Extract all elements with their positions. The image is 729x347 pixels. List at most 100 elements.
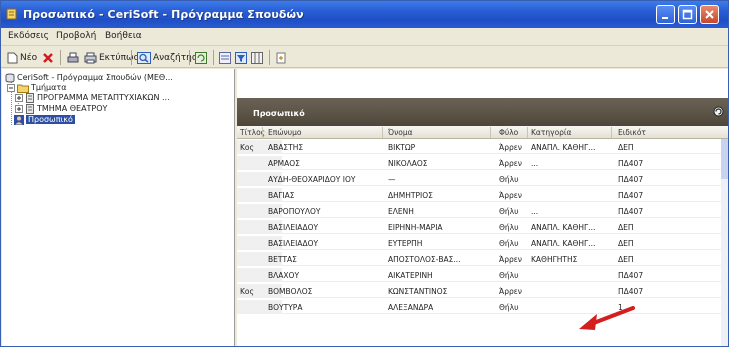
- table-cell: ΒΟΜΒΟΛΟΣ: [268, 287, 313, 296]
- navigation-tree: CeriSoft - Πρόγραμμα Σπουδών (ΜΕΘ... Τμή…: [2, 69, 235, 346]
- column-surname[interactable]: Επώνυμο: [268, 128, 301, 137]
- filter-button[interactable]: [235, 50, 249, 65]
- table-cell: ΑΥΔΗ-ΘΕΟΧΑΡΙΔΟΥ ΙΟΥ: [268, 175, 356, 184]
- table-cell: ΚΩΝΣΤΑΝΤΙΝΟΣ: [388, 287, 448, 296]
- minimize-button[interactable]: [656, 5, 675, 24]
- table-cell: ΑΝΑΠΛ. ΚΑΘΗΓ...: [531, 239, 596, 248]
- table-cell: ΠΔ407: [618, 271, 644, 280]
- table-cell: Άρρεν: [499, 287, 522, 296]
- panel-refresh-icon[interactable]: [713, 106, 724, 117]
- toolbar-separator: [213, 50, 214, 65]
- tree-item-theatre[interactable]: ΤΜΗΜΑ ΘΕΑΤΡΟΥ: [15, 103, 107, 114]
- table-cell: ΒΑΓΙΑΣ: [268, 191, 295, 200]
- close-icon: [705, 10, 714, 19]
- columns-button[interactable]: [251, 50, 265, 65]
- column-specialty[interactable]: Ειδικότ: [618, 128, 646, 137]
- application-window: Προσωπικό - CeriSoft - Πρόγραμμα Σπουδών…: [0, 0, 729, 347]
- toolbar-separator: [189, 50, 190, 65]
- table-cell: ΠΔ407: [618, 207, 644, 216]
- table-row[interactable]: ΒΛΑΧΟΥ ΑΙΚΑΤΕΡΙΝΗ Θήλυ ΠΔ407: [237, 268, 728, 282]
- toolbar: Νέο Εκτύπωση Αναζήτηση: [1, 47, 728, 68]
- table-cell: Άρρεν: [499, 191, 522, 200]
- table-cell: Θήλυ: [499, 239, 519, 248]
- delete-button[interactable]: [42, 50, 56, 65]
- maximize-icon: [682, 9, 693, 20]
- tree-item-label: ΤΜΗΜΑ ΘΕΑΤΡΟΥ: [37, 104, 108, 113]
- minimize-icon: [662, 17, 668, 19]
- table-row[interactable]: ΑΡΜΑΟΣ ΝΙΚΟΛΑΟΣ Άρρεν... ΠΔ407: [237, 156, 728, 170]
- expand-icon: [15, 104, 23, 113]
- column-divider[interactable]: [490, 127, 491, 138]
- table-row[interactable]: ΒΑΣΙΛΕΙΑΔΟΥ ΕΙΡΗΝΗ-ΜΑΡΙΑ Θήλυ ΑΝΑΠΛ. ΚΑΘΗΓ.…: [237, 220, 728, 234]
- table-cell: ΕΥΤΕΡΠΗ: [388, 239, 423, 248]
- staff-panel: Προσωπικό Τίτλος Επώνυμο Όνομα Φύλο Κατη…: [237, 69, 728, 346]
- table-cell: ΑΝΑΠΛ. ΚΑΘΗΓ...: [531, 223, 596, 232]
- panel-title: Προσωπικό: [253, 109, 305, 118]
- table-cell: ΔΕΠ: [618, 255, 634, 264]
- program-icon: [26, 103, 34, 114]
- column-gender[interactable]: Φύλο: [499, 128, 518, 137]
- table-cell: ΔΕΠ: [618, 143, 634, 152]
- table-cell: ΕΙΡΗΝΗ-ΜΑΡΙΑ: [388, 223, 443, 232]
- table-cell: ΑΙΚΑΤΕΡΙΝΗ: [388, 271, 433, 280]
- maximize-button[interactable]: [678, 5, 697, 24]
- export-icon: [276, 52, 286, 63]
- scrollbar-thumb[interactable]: [721, 139, 728, 179]
- collapse-icon: [7, 83, 15, 92]
- table-cell: Κος: [240, 287, 254, 296]
- table-row[interactable]: Κος ΑΒΑΣΤΗΣ ΒΙΚΤΩΡ Άρρεν ΑΝΑΠΛ. ΚΑΘΗΓ... ΔΕΠ: [237, 140, 728, 154]
- print-preview-button[interactable]: [67, 50, 81, 65]
- table-cell: ΒΑΡΟΠΟΥΛΟΥ: [268, 207, 321, 216]
- table-cell: ΒΑΣΙΛΕΙΑΔΟΥ: [268, 239, 319, 248]
- search-button[interactable]: Αναζήτηση: [137, 50, 203, 65]
- refresh-button[interactable]: [195, 50, 209, 65]
- table-row[interactable]: ΒΑΡΟΠΟΥΛΟΥ ΕΛΕΝΗ Θήλυ... ΠΔ407: [237, 204, 728, 218]
- table-cell: ΔΕΠ: [618, 223, 634, 232]
- column-divider[interactable]: [527, 127, 528, 138]
- title-bar[interactable]: Προσωπικό - CeriSoft - Πρόγραμμα Σπουδών: [1, 1, 728, 28]
- app-icon: [6, 8, 17, 20]
- grid-header: Τίτλος Επώνυμο Όνομα Φύλο Κατηγορία Ειδι…: [237, 126, 728, 139]
- table-row[interactable]: ΑΥΔΗ-ΘΕΟΧΑΡΙΔΟΥ ΙΟΥ — Θήλυ ΠΔ407: [237, 172, 728, 186]
- tree-item-staff[interactable]: Προσωπικό: [14, 114, 75, 125]
- table-cell: ΑΒΑΣΤΗΣ: [268, 143, 304, 152]
- close-button[interactable]: [700, 5, 719, 24]
- toolbar-separator: [131, 50, 132, 65]
- printer-icon: [84, 52, 97, 63]
- table-cell: ΑΠΟΣΤΟΛΟΣ-ΒΑΣ...: [388, 255, 461, 264]
- menu-bar: Εκδόσεις Προβολή Βοήθεια: [1, 28, 728, 46]
- tree-item-postgrad[interactable]: ΠΡΟΓΡΑΜΜΑ ΜΕΤΑΠΤΥΧΙΑΚΩΝ ...: [15, 92, 170, 103]
- table-cell: ΚΑΘΗΓΗΤΗΣ: [531, 255, 578, 264]
- column-firstname[interactable]: Όνομα: [388, 128, 413, 137]
- menu-view[interactable]: Προβολή: [56, 31, 96, 41]
- column-divider[interactable]: [611, 127, 612, 138]
- column-divider[interactable]: [382, 127, 383, 138]
- table-row[interactable]: Κος ΒΟΜΒΟΛΟΣ ΚΩΝΣΤΑΝΤΙΝΟΣ Άρρεν ΠΔ407: [237, 284, 728, 298]
- toolbar-separator: [269, 50, 270, 65]
- table-cell: ΠΔ407: [618, 159, 644, 168]
- toolbar-separator: [60, 50, 61, 65]
- new-button[interactable]: Νέο: [7, 50, 37, 65]
- table-cell: Άρρεν: [499, 143, 522, 152]
- print-button[interactable]: Εκτύπωση: [84, 50, 145, 65]
- view-icon: [219, 51, 231, 64]
- menu-help[interactable]: Βοήθεια: [105, 31, 142, 41]
- table-row[interactable]: ΒΑΓΙΑΣ ΔΗΜΗΤΡΙΟΣ Άρρεν ΠΔ407: [237, 188, 728, 202]
- table-cell: Θήλυ: [499, 271, 519, 280]
- table-row[interactable]: ΒΕΤΤΑΣ ΑΠΟΣΤΟΛΟΣ-ΒΑΣ... Άρρεν ΚΑΘΗΓΗΤΗΣ ΔΕΠ: [237, 252, 728, 266]
- table-row[interactable]: ΒΑΣΙΛΕΙΑΔΟΥ ΕΥΤΕΡΠΗ Θήλυ ΑΝΑΠΛ. ΚΑΘΗΓ... ΔΕΠ: [237, 236, 728, 250]
- table-cell: Κος: [240, 143, 254, 152]
- view-button[interactable]: [219, 50, 233, 65]
- table-cell: ΝΙΚΟΛΑΟΣ: [388, 159, 428, 168]
- column-category[interactable]: Κατηγορία: [531, 128, 571, 137]
- table-row[interactable]: ΒΟΥΤΥΡΑ ΑΛΕΞΑΝΔΡΑ Θήλυ 1: [237, 300, 728, 314]
- table-cell: ΕΛΕΝΗ: [388, 207, 414, 216]
- staff-icon: [14, 114, 24, 125]
- table-cell: 1: [618, 303, 623, 312]
- table-cell: ΑΛΕΞΑΝΔΡΑ: [388, 303, 434, 312]
- tree-root-label: CeriSoft - Πρόγραμμα Σπουδών (ΜΕΘ...: [17, 73, 173, 82]
- export-button[interactable]: [275, 50, 289, 65]
- menu-editions[interactable]: Εκδόσεις: [8, 31, 49, 41]
- vertical-scrollbar[interactable]: [721, 139, 728, 346]
- column-divider[interactable]: [262, 127, 263, 138]
